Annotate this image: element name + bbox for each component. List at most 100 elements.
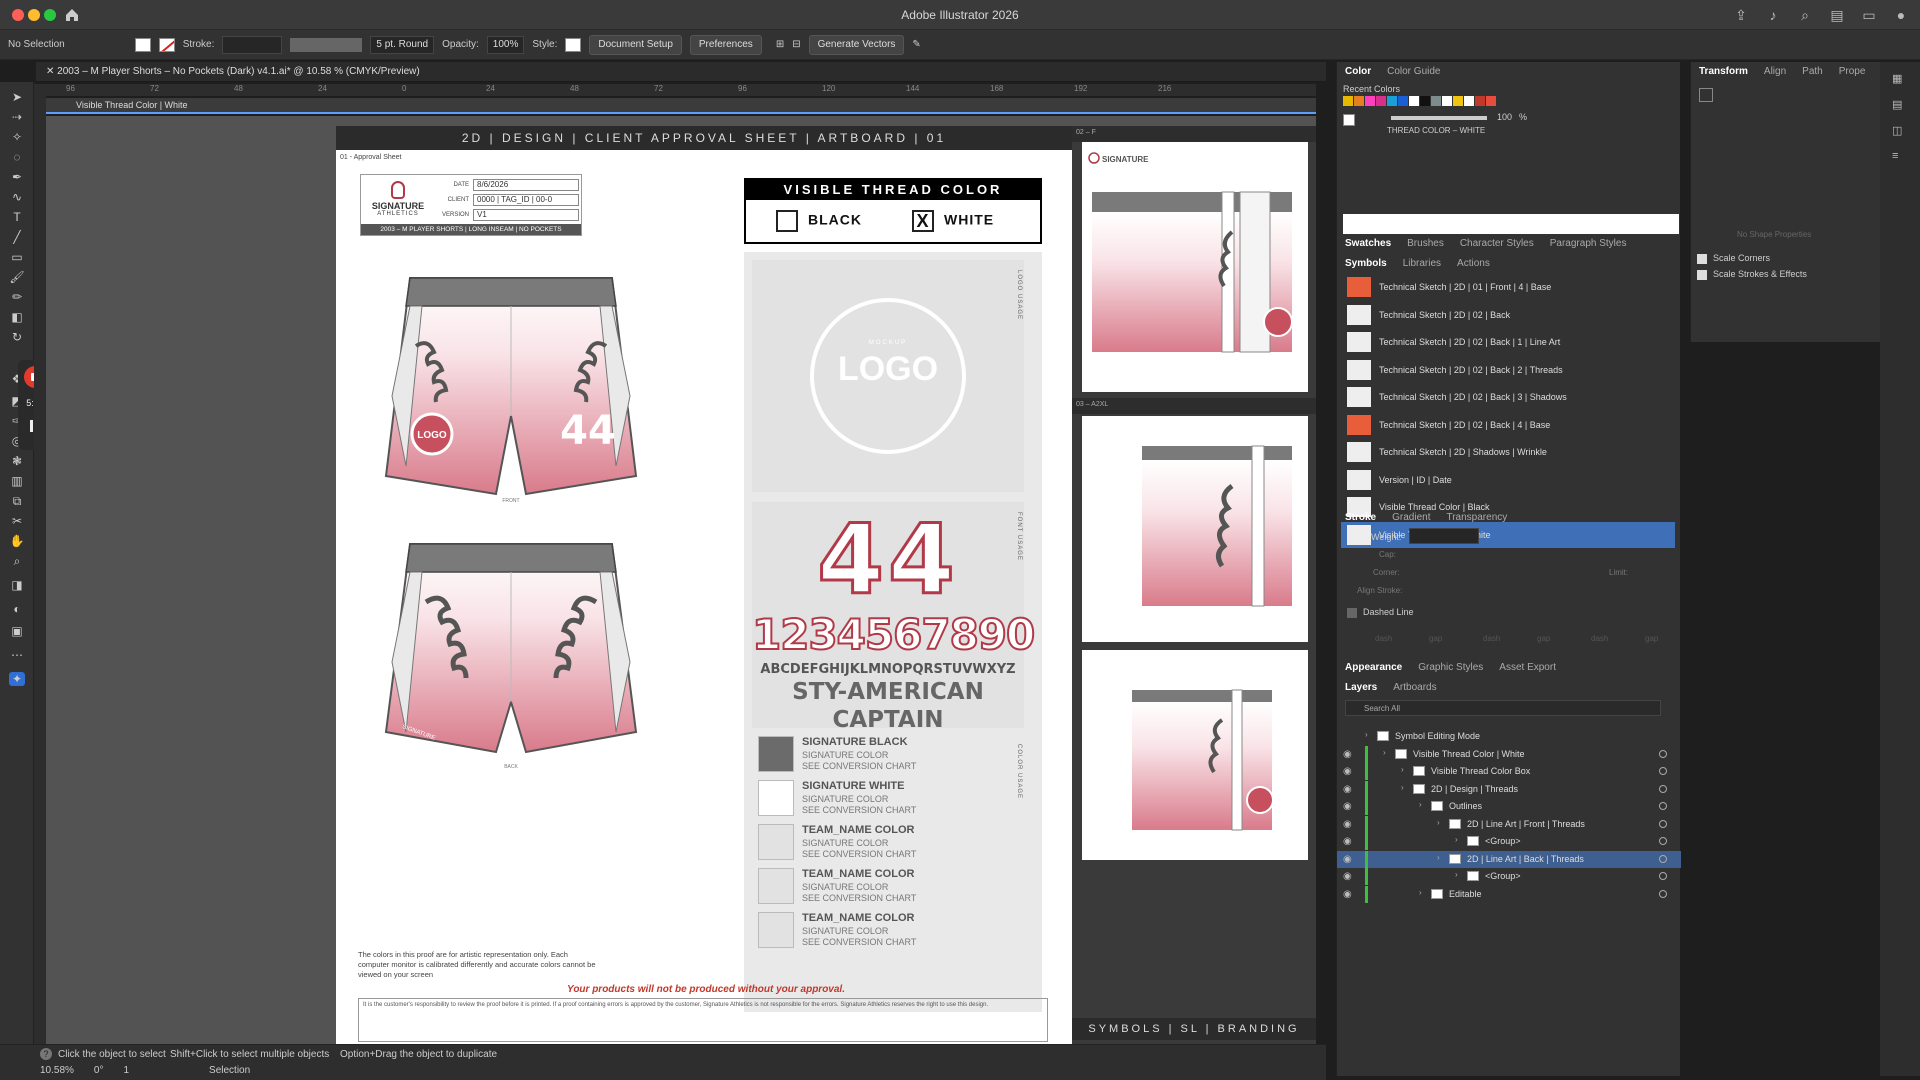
visibility-eye-icon[interactable]: ◉	[1343, 784, 1352, 795]
visibility-eye-icon[interactable]: ◉	[1343, 836, 1352, 847]
visibility-eye-icon[interactable]: ◉	[1343, 854, 1352, 865]
eraser-icon[interactable]: ◧	[9, 310, 25, 324]
expand-chevron-icon[interactable]: ›	[1455, 870, 1458, 879]
expand-chevron-icon[interactable]: ›	[1455, 835, 1458, 844]
layers-icon[interactable]: ◫	[1892, 124, 1902, 137]
recent-color-swatch[interactable]	[1343, 96, 1353, 106]
symbol-item[interactable]: Technical Sketch | 2D | 02 | Back	[1341, 302, 1675, 328]
layer-row[interactable]: ◉ › 2D | Line Art | Back | Threads	[1337, 850, 1681, 868]
visibility-eye-icon[interactable]: ◉	[1343, 766, 1352, 777]
search-icon[interactable]: ⌕	[1796, 6, 1814, 24]
recent-color-swatch[interactable]	[1453, 96, 1463, 106]
graph-tool-icon[interactable]: ▥	[9, 474, 25, 488]
expand-chevron-icon[interactable]: ›	[1437, 853, 1440, 862]
rotate-field[interactable]: 0°	[94, 1065, 104, 1076]
target-circle-icon[interactable]	[1659, 819, 1667, 828]
target-circle-icon[interactable]	[1659, 854, 1667, 863]
variable-width-profile[interactable]	[290, 37, 363, 52]
current-tool-field[interactable]: Selection	[209, 1065, 250, 1076]
symbol-item[interactable]: Technical Sketch | 2D | 02 | Back | 4 | …	[1341, 412, 1675, 438]
align-icon[interactable]: ⊞	[776, 39, 784, 50]
target-circle-icon[interactable]	[1659, 837, 1667, 845]
paintbrush-icon[interactable]: 🖌	[9, 270, 25, 284]
tab-asset-export[interactable]: Asset Export	[1491, 658, 1564, 678]
ai-tool-icon[interactable]: ✦	[9, 672, 25, 686]
tab-actions[interactable]: Actions	[1449, 254, 1498, 274]
tab-color[interactable]: Color	[1337, 62, 1379, 82]
hand-tool-icon[interactable]: ✋	[9, 534, 25, 548]
recent-color-swatch[interactable]	[1376, 96, 1386, 106]
tab-properties[interactable]: Prope	[1831, 62, 1874, 82]
tab-character-styles[interactable]: Character Styles	[1452, 234, 1542, 254]
reference-point-icon[interactable]	[1699, 88, 1713, 102]
tab-path[interactable]: Path	[1794, 62, 1831, 82]
tint-value[interactable]: 100	[1497, 112, 1512, 122]
symbol-item[interactable]: Technical Sketch | 2D | 02 | Back | 2 | …	[1341, 357, 1675, 383]
tint-slider[interactable]	[1391, 116, 1487, 120]
selection-tool-icon[interactable]: ➤	[9, 90, 25, 104]
arrange-icon[interactable]: ▭	[1860, 6, 1878, 24]
expand-chevron-icon[interactable]: ›	[1401, 765, 1404, 774]
scale-strokes-checkbox[interactable]	[1697, 270, 1707, 280]
layer-row[interactable]: ◉ › Visible Thread Color Box	[1337, 763, 1681, 780]
symbol-item[interactable]: Technical Sketch | 2D | 01 | Front | 4 |…	[1341, 274, 1675, 300]
expand-chevron-icon[interactable]: ›	[1437, 818, 1440, 827]
pen-tool-icon[interactable]: ✒	[9, 170, 25, 184]
target-circle-icon[interactable]	[1659, 872, 1667, 880]
scale-corners-checkbox[interactable]	[1697, 254, 1707, 264]
tab-artboards[interactable]: Artboards	[1385, 678, 1444, 698]
symbol-sprayer-icon[interactable]: ❃	[9, 454, 25, 468]
fill-indicator[interactable]	[1343, 114, 1355, 126]
libraries-icon[interactable]: ▤	[1892, 98, 1902, 111]
close-tab-icon[interactable]: ✕	[46, 66, 57, 77]
recent-color-swatch[interactable]	[1420, 96, 1430, 106]
symbol-item[interactable]: Technical Sketch | 2D | 02 | Back | 3 | …	[1341, 384, 1675, 410]
layer-row[interactable]: › Symbol Editing Mode	[1337, 728, 1681, 745]
tab-transform[interactable]: Transform	[1691, 62, 1756, 82]
tab-swatches[interactable]: Swatches	[1337, 234, 1399, 254]
tab-transparency[interactable]: Transparency	[1438, 508, 1515, 528]
secondary-artboards[interactable]: 02 – F SIGNATURE 03 – A2XL SYMBOLS | SL …	[1072, 126, 1316, 1044]
target-circle-icon[interactable]	[1659, 889, 1667, 898]
layer-row[interactable]: ◉ › Outlines	[1337, 798, 1681, 815]
artboard-nav-field[interactable]: 1	[123, 1065, 129, 1076]
visibility-eye-icon[interactable]: ◉	[1343, 871, 1352, 882]
tab-gradient[interactable]: Gradient	[1384, 508, 1438, 528]
target-circle-icon[interactable]	[1659, 784, 1667, 793]
workspace-icon[interactable]: ▤	[1828, 6, 1846, 24]
artboard-04[interactable]	[1082, 650, 1308, 860]
target-circle-icon[interactable]	[1659, 802, 1667, 810]
slice-tool-icon[interactable]: ✂	[9, 514, 25, 528]
artboard-03[interactable]	[1082, 416, 1308, 642]
canvas[interactable]: 2D | DESIGN | CLIENT APPROVAL SHEET | AR…	[46, 116, 1316, 1044]
color-spectrum[interactable]	[1343, 214, 1679, 234]
expand-chevron-icon[interactable]: ›	[1419, 888, 1422, 897]
rotate-tool-icon[interactable]: ↻	[9, 330, 25, 344]
tab-align[interactable]: Align	[1756, 62, 1794, 82]
layer-row[interactable]: ◉ › <Group>	[1337, 868, 1681, 885]
magic-wand-icon[interactable]: ✧	[9, 130, 25, 144]
recent-color-swatch[interactable]	[1365, 96, 1375, 106]
avatar[interactable]: ●	[1892, 6, 1910, 24]
artboard-02[interactable]: SIGNATURE	[1082, 142, 1308, 392]
visibility-eye-icon[interactable]: ◉	[1343, 801, 1352, 812]
stroke-weight-field[interactable]	[222, 35, 283, 54]
opacity-field[interactable]: 100%	[486, 35, 525, 54]
pencil-icon[interactable]: ✏	[9, 290, 25, 304]
isolation-mode-bar[interactable]: Visible Thread Color | White	[46, 98, 1316, 114]
lasso-icon[interactable]: ◌	[9, 150, 25, 164]
notification-icon[interactable]: ♪	[1764, 6, 1782, 24]
rectangle-tool-icon[interactable]: ▭	[9, 250, 25, 264]
tab-paragraph-styles[interactable]: Paragraph Styles	[1542, 234, 1635, 254]
visibility-eye-icon[interactable]: ◉	[1343, 749, 1352, 760]
fill-stroke-icon[interactable]: ◨	[9, 578, 25, 592]
visibility-eye-icon[interactable]: ◉	[1343, 819, 1352, 830]
recent-color-swatch[interactable]	[1409, 96, 1419, 106]
tab-brushes[interactable]: Brushes	[1399, 234, 1452, 254]
document-setup-button[interactable]: Document Setup	[589, 34, 682, 55]
layer-row[interactable]: ◉ › Visible Thread Color | White	[1337, 745, 1681, 763]
type-tool-icon[interactable]: T	[9, 210, 25, 224]
share-icon[interactable]: ⇪	[1732, 6, 1750, 24]
layer-row[interactable]: ◉ › <Group>	[1337, 833, 1681, 850]
dashed-line-checkbox[interactable]	[1347, 608, 1357, 618]
